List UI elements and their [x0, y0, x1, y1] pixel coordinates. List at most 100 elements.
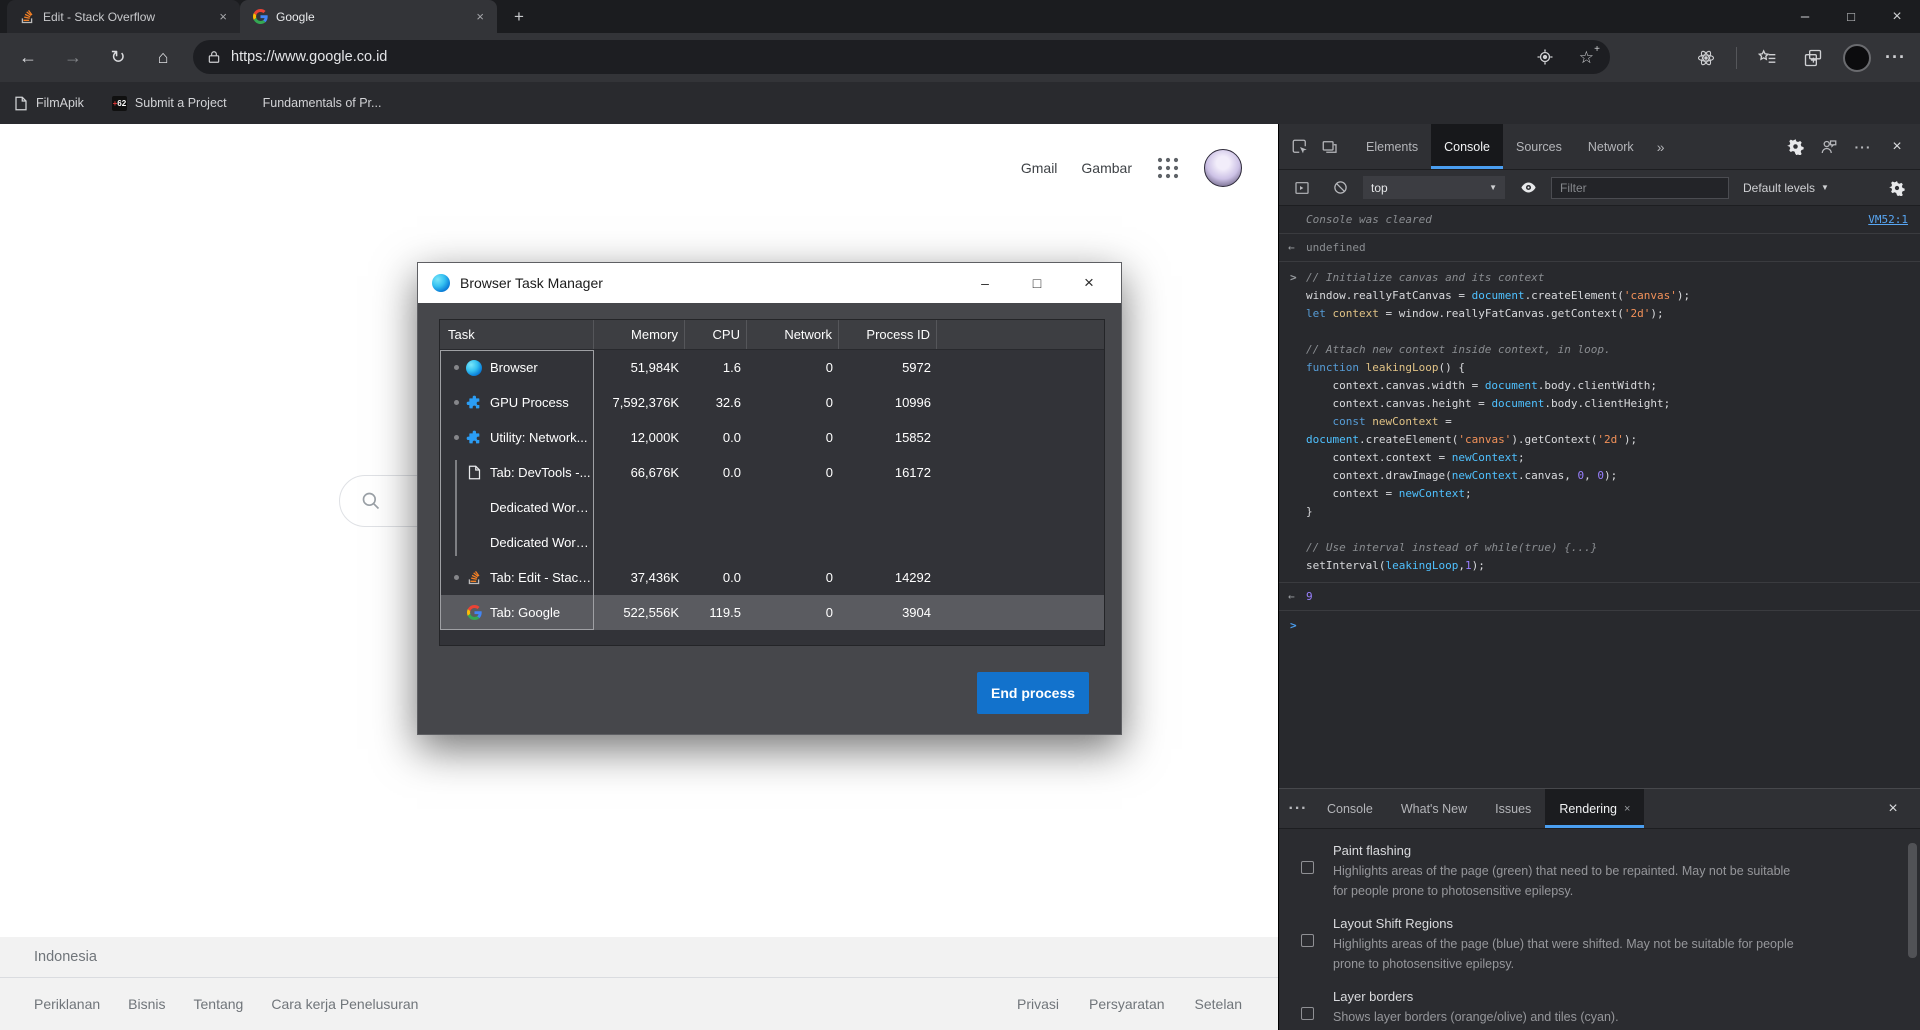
window-minimize-button[interactable]: –	[1782, 0, 1828, 33]
task-row[interactable]: Tab: Google 522,556K 119.5 0 3904	[440, 595, 1104, 630]
more-tabs-icon[interactable]: »	[1647, 124, 1675, 169]
footer-link[interactable]: Bisnis	[128, 996, 165, 1012]
console-levels-select[interactable]: Default levels ▼	[1737, 181, 1829, 195]
bookmark-item[interactable]: FilmApik	[14, 96, 84, 111]
images-link[interactable]: Gambar	[1081, 160, 1132, 176]
rendering-option-checkbox[interactable]	[1301, 861, 1314, 874]
devtools-tab-elements[interactable]: Elements	[1353, 124, 1431, 169]
task-row[interactable]: Tab: DevTools -... 66,676K 0.0 0 16172	[440, 455, 1104, 490]
console-expression[interactable]: > // Initialize canvas and its context wi…	[1279, 262, 1920, 583]
inspect-element-icon[interactable]	[1285, 124, 1315, 169]
clear-console-icon[interactable]	[1325, 180, 1355, 195]
device-toolbar-icon[interactable]	[1315, 124, 1345, 169]
task-row[interactable]: Tab: Edit - Stack... 37,436K 0.0 0 14292	[440, 560, 1104, 595]
task-row[interactable]: Dedicated Worke...	[440, 525, 1104, 560]
google-profile-avatar[interactable]	[1204, 149, 1242, 187]
tab-close-icon[interactable]: ×	[216, 9, 230, 24]
drawer-tab-issues[interactable]: Issues	[1481, 789, 1545, 828]
console-source-link[interactable]: VM52:1	[1868, 211, 1908, 229]
footer-link[interactable]: Privasi	[1017, 996, 1059, 1012]
task-marker	[450, 575, 462, 580]
footer-link[interactable]: Tentang	[194, 996, 244, 1012]
task-column-header[interactable]: Network	[747, 320, 839, 349]
forward-button[interactable]: →	[55, 40, 91, 76]
drawer-tab-rendering[interactable]: Rendering ×	[1545, 789, 1645, 828]
task-manager-titlebar[interactable]: Browser Task Manager – □ ×	[418, 263, 1121, 303]
task-network: 0	[825, 360, 833, 375]
browser-tab[interactable]: Edit - Stack Overflow ×	[7, 0, 240, 33]
window-maximize-button[interactable]: □	[1828, 0, 1874, 33]
scrollbar-thumb[interactable]	[1908, 843, 1917, 958]
drawer-tab-what-s-new[interactable]: What's New	[1387, 789, 1481, 828]
task-column-header[interactable]: CPU	[685, 320, 747, 349]
task-network: 0	[825, 570, 833, 585]
address-bar[interactable]: https://www.google.co.id ☆	[193, 40, 1610, 74]
new-tab-button[interactable]: +	[505, 3, 533, 31]
task-label: Dedicated Worke...	[490, 500, 594, 515]
window-close-button[interactable]: ×	[1874, 0, 1920, 33]
task-row[interactable]: Utility: Network... 12,000K 0.0 0 15852	[440, 420, 1104, 455]
collections-icon[interactable]	[1797, 42, 1829, 74]
end-process-button[interactable]: End process	[977, 672, 1089, 714]
task-column-header[interactable]: Memory	[594, 320, 685, 349]
task-row[interactable]: Dedicated Worke...	[440, 490, 1104, 525]
task-pid: 5972	[902, 360, 931, 375]
devtools-toolbar: Elements Console Sources Network » ··· ×	[1279, 124, 1920, 170]
task-row[interactable]: Browser 51,984K 1.6 0 5972	[440, 350, 1104, 385]
drawer-more-icon[interactable]: ···	[1283, 789, 1313, 828]
url-text[interactable]: https://www.google.co.id	[231, 49, 1529, 65]
bookmark-item[interactable]: +62 Submit a Project	[111, 95, 227, 111]
bookmark-item[interactable]: Fundamentals of Pr...	[255, 96, 382, 110]
drawer-tab-label: What's New	[1400, 801, 1468, 816]
settings-menu-icon[interactable]: ···	[1885, 47, 1906, 68]
footer-link[interactable]: Periklanan	[34, 996, 100, 1012]
tm-close-button[interactable]: ×	[1063, 263, 1115, 303]
devtools-tab-network[interactable]: Network	[1575, 124, 1647, 169]
browser-tab[interactable]: Google ×	[240, 0, 497, 33]
task-name-cell: Tab: Edit - Stack...	[440, 570, 594, 586]
console-code-line: window.reallyFatCanvas = document.create…	[1306, 289, 1691, 302]
expression-chevron-icon[interactable]: >	[1290, 269, 1297, 287]
live-expression-eye-icon[interactable]	[1513, 179, 1543, 196]
footer-link[interactable]: Cara kerja Penelusuran	[271, 996, 418, 1012]
feedback-person-icon[interactable]	[1814, 138, 1844, 156]
console-context-select[interactable]: top ▼	[1363, 176, 1505, 199]
console-sidebar-icon[interactable]	[1287, 180, 1317, 196]
console-settings-gear-icon[interactable]	[1882, 180, 1912, 196]
drawer-close-icon[interactable]: ×	[1878, 800, 1908, 818]
home-button[interactable]: ⌂	[145, 40, 181, 76]
back-button[interactable]: ←	[10, 40, 46, 76]
gmail-link[interactable]: Gmail	[1021, 160, 1058, 176]
devtools-tab-console[interactable]: Console	[1431, 124, 1503, 169]
favorites-bar-icon[interactable]	[1751, 42, 1783, 74]
rendering-option-checkbox[interactable]	[1301, 934, 1314, 947]
devtools-menu-icon[interactable]: ···	[1848, 139, 1878, 155]
task-row[interactable]: GPU Process 7,592,376K 32.6 0 10996	[440, 385, 1104, 420]
console-code-line: context = newContext;	[1306, 487, 1472, 500]
browser-window-controls: – □ ×	[1782, 0, 1920, 33]
extension-atom-icon[interactable]	[1690, 42, 1722, 74]
console-prompt[interactable]: >	[1279, 611, 1920, 639]
task-column-header[interactable]: Process ID	[839, 320, 937, 349]
apps-grid-icon[interactable]	[1156, 156, 1180, 180]
drawer-tab-console[interactable]: Console	[1313, 789, 1387, 828]
devtools-tab-sources[interactable]: Sources	[1503, 124, 1575, 169]
add-favorite-icon[interactable]: ☆	[1579, 45, 1601, 66]
refresh-button[interactable]: ↻	[100, 40, 136, 76]
footer-link[interactable]: Persyaratan	[1089, 996, 1164, 1012]
console-code-line: context.canvas.height = document.body.cl…	[1306, 397, 1671, 410]
devtools-settings-gear-icon[interactable]	[1780, 138, 1810, 155]
browser-tab-strip: Edit - Stack Overflow × Google × + – □ ×	[0, 0, 1920, 33]
console-filter-input[interactable]	[1551, 176, 1729, 199]
tm-minimize-button[interactable]: –	[959, 263, 1011, 303]
browser-profile-avatar[interactable]	[1843, 43, 1872, 72]
footer-link[interactable]: Setelan	[1195, 996, 1242, 1012]
devtools-close-icon[interactable]: ×	[1882, 138, 1912, 156]
task-column-header[interactable]: Task	[440, 320, 594, 349]
lock-icon[interactable]	[207, 50, 221, 64]
rendering-option-checkbox[interactable]	[1301, 1007, 1314, 1020]
drawer-tab-close-icon[interactable]: ×	[1624, 803, 1630, 815]
tracking-prevention-icon[interactable]	[1529, 41, 1561, 73]
tm-maximize-button[interactable]: □	[1011, 263, 1063, 303]
tab-close-icon[interactable]: ×	[473, 9, 487, 24]
